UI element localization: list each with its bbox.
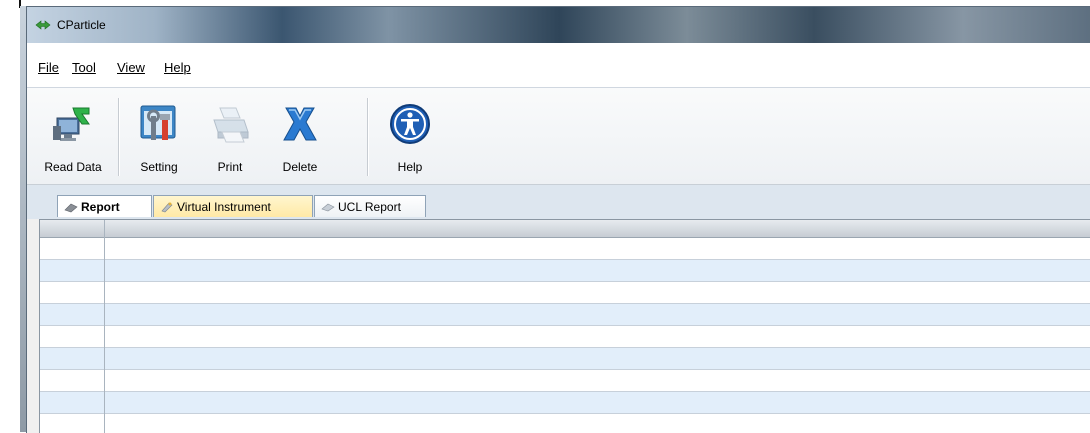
table-row[interactable] — [40, 238, 1090, 260]
read-data-label: Read Data — [44, 160, 102, 174]
table-row[interactable] — [40, 370, 1090, 392]
tab-strip: Report Virtual Instrument UCL Report — [27, 185, 1090, 219]
table-row[interactable] — [40, 326, 1090, 348]
toolbar-separator — [367, 98, 369, 176]
read-data-button[interactable]: Read Data — [35, 94, 111, 182]
delete-label: Delete — [282, 160, 318, 174]
setting-label: Setting — [140, 160, 178, 174]
instrument-icon — [161, 202, 173, 213]
ucl-report-icon — [321, 203, 335, 212]
tab-ucl-report-label: UCL Report — [338, 200, 401, 214]
print-icon — [213, 107, 249, 143]
print-button[interactable]: Print — [201, 94, 259, 182]
table-row[interactable] — [40, 414, 1090, 433]
setting-button[interactable]: Setting — [127, 94, 191, 182]
setting-icon — [140, 105, 176, 140]
tab-ucl-report[interactable]: UCL Report — [314, 195, 426, 217]
report-grid[interactable] — [39, 219, 1090, 433]
report-icon — [64, 203, 78, 213]
delete-icon — [283, 107, 317, 141]
read-data-icon — [53, 107, 90, 141]
row-header-divider — [104, 220, 105, 433]
menu-tool[interactable]: Tool — [72, 60, 96, 75]
window-title: CParticle — [57, 18, 106, 32]
menu-file[interactable]: File — [38, 60, 59, 75]
menu-bar: File Tool View Help — [27, 43, 1090, 88]
grid-header — [40, 220, 1090, 238]
app-window: CParticle File Tool View Help Read Data — [26, 6, 1090, 433]
tab-virtual-instrument[interactable]: Virtual Instrument — [153, 195, 313, 217]
table-row[interactable] — [40, 260, 1090, 282]
menu-view[interactable]: View — [117, 60, 145, 75]
delete-button[interactable]: Delete — [265, 94, 335, 182]
table-row[interactable] — [40, 348, 1090, 370]
app-icon — [35, 20, 51, 30]
help-label: Help — [397, 160, 423, 174]
table-row[interactable] — [40, 282, 1090, 304]
help-button[interactable]: Help — [379, 94, 441, 182]
toolbar-separator — [118, 98, 120, 176]
help-icon — [390, 104, 430, 144]
print-label: Print — [217, 160, 243, 174]
table-row[interactable] — [40, 304, 1090, 326]
toolbar: Read Data Setting Print Delete Help — [27, 88, 1090, 185]
tab-report[interactable]: Report — [57, 195, 152, 217]
tab-report-label: Report — [81, 200, 120, 214]
menu-help[interactable]: Help — [164, 60, 191, 75]
title-bar[interactable]: CParticle — [27, 7, 1090, 43]
tab-virtual-instrument-label: Virtual Instrument — [177, 200, 271, 214]
table-row[interactable] — [40, 392, 1090, 414]
